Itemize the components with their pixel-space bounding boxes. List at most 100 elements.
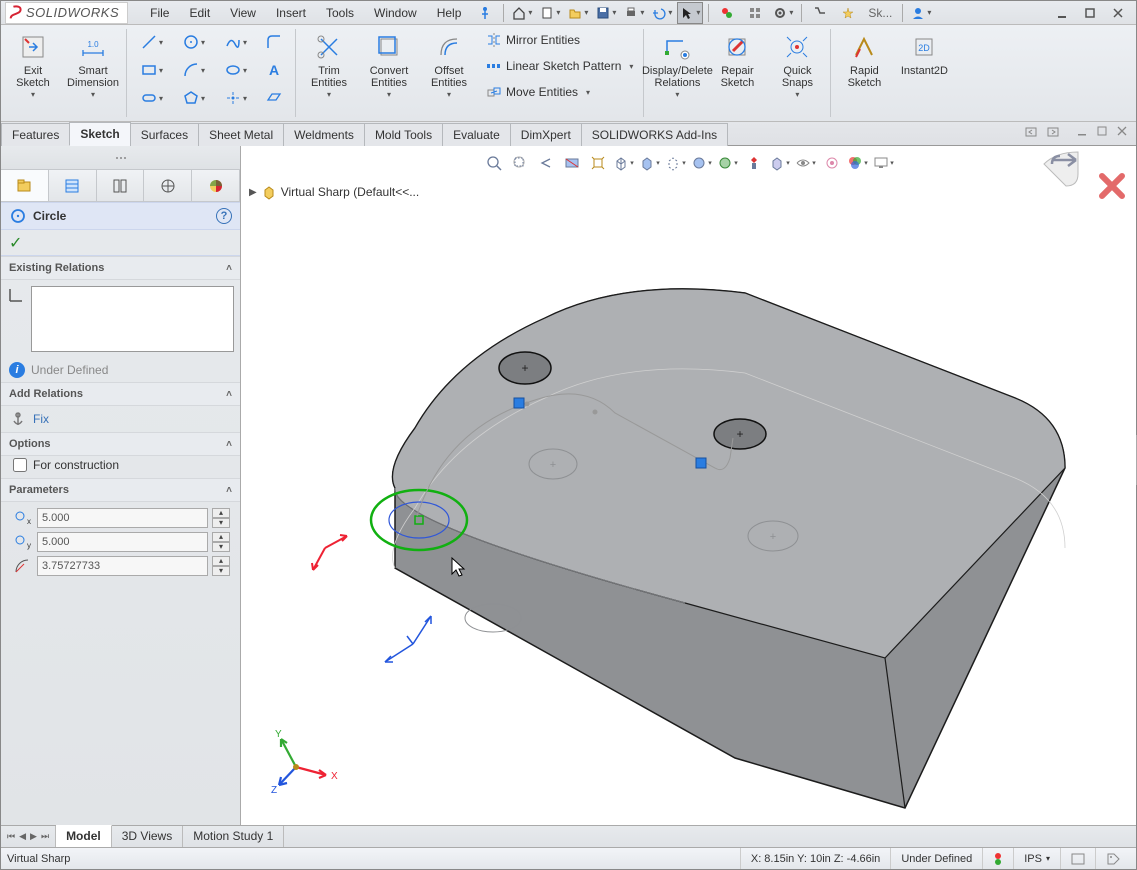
relations-list[interactable] — [31, 286, 234, 352]
line-tool-icon[interactable] — [132, 29, 172, 55]
home-icon[interactable] — [509, 2, 535, 24]
tab-sheet-metal[interactable]: Sheet Metal — [198, 123, 284, 146]
display-delete-relations-button[interactable]: Display/Delete Relations — [647, 27, 707, 115]
doc-minimize-icon[interactable] — [1076, 125, 1096, 145]
panel-tab-dimxpert-manager[interactable] — [144, 170, 192, 201]
status-tag-icon[interactable] — [1095, 848, 1130, 869]
panel-tab-feature-manager[interactable] — [1, 170, 49, 201]
radius-input[interactable] — [37, 556, 208, 576]
tab-evaluate[interactable]: Evaluate — [442, 123, 511, 146]
menu-window[interactable]: Window — [364, 2, 427, 24]
ok-check-icon[interactable]: ✓ — [9, 233, 22, 253]
window-minimize-icon[interactable] — [1049, 2, 1075, 24]
print-icon[interactable] — [621, 2, 647, 24]
spin-up-icon[interactable]: ▴ — [212, 532, 230, 542]
menu-view[interactable]: View — [220, 2, 266, 24]
panel-tab-configuration-manager[interactable] — [97, 170, 145, 201]
doc-maximize-icon[interactable] — [1096, 125, 1116, 145]
spin-down-icon[interactable]: ▾ — [212, 566, 230, 576]
tab-dimxpert[interactable]: DimXpert — [510, 123, 582, 146]
panel-collapse-handle[interactable] — [1, 146, 240, 170]
select-cursor-icon[interactable] — [677, 2, 703, 24]
parameters-header[interactable]: Parameters ˄ — [1, 478, 240, 502]
convert-entities-button[interactable]: Convert Entities — [359, 27, 419, 115]
doc-tab-model[interactable]: Model — [56, 825, 112, 847]
arc-tool-icon[interactable] — [174, 57, 214, 83]
fillet-tool-icon[interactable] — [258, 29, 290, 55]
menu-tools[interactable]: Tools — [316, 2, 364, 24]
status-rebuild-indicator[interactable] — [982, 848, 1013, 869]
plane-tool-icon[interactable] — [258, 85, 290, 111]
slot-tool-icon[interactable] — [132, 85, 172, 111]
status-units[interactable]: IPS ▾ — [1013, 848, 1060, 869]
window-close-icon[interactable] — [1105, 2, 1131, 24]
pin-icon[interactable] — [472, 2, 498, 24]
rebuild-icon[interactable] — [714, 2, 740, 24]
rectangle-tool-icon[interactable] — [132, 57, 172, 83]
mirror-entities-button[interactable]: Mirror Entities — [479, 27, 640, 53]
spline-tool-icon[interactable] — [216, 29, 256, 55]
options-grid-icon[interactable] — [742, 2, 768, 24]
doc-prev-icon[interactable] — [1024, 125, 1046, 145]
existing-relations-header[interactable]: Existing Relations ˄ — [1, 256, 240, 280]
center-y-input[interactable] — [37, 532, 208, 552]
user-icon[interactable] — [908, 2, 934, 24]
text-tool-icon[interactable]: A — [258, 57, 290, 83]
tab-surfaces[interactable]: Surfaces — [130, 123, 199, 146]
polygon-tool-icon[interactable] — [174, 85, 214, 111]
nav-prev-icon[interactable]: ◀ — [19, 831, 26, 842]
tab-mold-tools[interactable]: Mold Tools — [364, 123, 443, 146]
tab-features[interactable]: Features — [1, 123, 70, 146]
settings-gear-icon[interactable] — [770, 2, 796, 24]
rapid-sketch-button[interactable]: Rapid Sketch — [834, 27, 894, 115]
options-header[interactable]: Options ˄ — [1, 432, 240, 456]
for-construction-checkbox[interactable] — [13, 458, 27, 472]
menu-edit[interactable]: Edit — [179, 2, 220, 24]
menu-help[interactable]: Help — [427, 2, 472, 24]
nav-first-icon[interactable]: ⏮ — [7, 831, 15, 842]
panel-tab-property-manager[interactable] — [49, 170, 97, 201]
tab-sketch[interactable]: Sketch — [69, 122, 130, 146]
trim-entities-button[interactable]: Trim Entities — [299, 27, 359, 115]
repair-sketch-button[interactable]: Repair Sketch — [707, 27, 767, 115]
window-restore-icon[interactable] — [1077, 2, 1103, 24]
exit-sketch-button[interactable]: Exit Sketch — [3, 27, 63, 115]
search-star-icon[interactable] — [835, 2, 861, 24]
doc-tab-3dviews[interactable]: 3D Views — [112, 826, 183, 847]
spin-down-icon[interactable]: ▾ — [212, 518, 230, 528]
status-maximize-icon[interactable] — [1060, 848, 1095, 869]
tab-addins[interactable]: SOLIDWORKS Add-Ins — [581, 123, 728, 146]
doc-close-icon[interactable] — [1116, 125, 1136, 145]
open-icon[interactable] — [565, 2, 591, 24]
spin-up-icon[interactable]: ▴ — [212, 508, 230, 518]
menu-file[interactable]: File — [140, 2, 179, 24]
offset-entities-button[interactable]: Offset Entities — [419, 27, 479, 115]
panel-tab-display-manager[interactable] — [192, 170, 240, 201]
spin-down-icon[interactable]: ▾ — [212, 542, 230, 552]
tab-weldments[interactable]: Weldments — [283, 123, 365, 146]
corner-ok-icon[interactable] — [1038, 146, 1088, 196]
nav-last-icon[interactable]: ⏭ — [41, 831, 49, 842]
quick-snaps-button[interactable]: Quick Snaps — [767, 27, 827, 115]
move-entities-button[interactable]: Move Entities — [479, 79, 640, 105]
graphics-area[interactable]: ▶ Virtual Sharp (Default<<... + + + — [241, 146, 1136, 825]
doc-next-icon[interactable] — [1046, 125, 1068, 145]
menu-insert[interactable]: Insert — [266, 2, 316, 24]
ellipse-tool-icon[interactable] — [216, 57, 256, 83]
spin-up-icon[interactable]: ▴ — [212, 556, 230, 566]
fix-relation-button[interactable]: Fix — [1, 406, 240, 432]
doc-tab-motion-study[interactable]: Motion Study 1 — [183, 826, 284, 847]
nav-next-icon[interactable]: ▶ — [30, 831, 37, 842]
point-tool-icon[interactable] — [216, 85, 256, 111]
help-icon[interactable]: ? — [216, 208, 232, 224]
smart-dimension-button[interactable]: 1.0 Smart Dimension — [63, 27, 123, 115]
linear-pattern-button[interactable]: Linear Sketch Pattern — [479, 53, 640, 79]
search-icon[interactable] — [807, 2, 833, 24]
save-icon[interactable] — [593, 2, 619, 24]
add-relations-header[interactable]: Add Relations ˄ — [1, 382, 240, 406]
center-x-input[interactable] — [37, 508, 208, 528]
instant2d-button[interactable]: 2D Instant2D — [894, 27, 954, 115]
corner-cancel-icon[interactable] — [1098, 172, 1132, 206]
undo-icon[interactable] — [649, 2, 675, 24]
circle-tool-icon[interactable] — [174, 29, 214, 55]
